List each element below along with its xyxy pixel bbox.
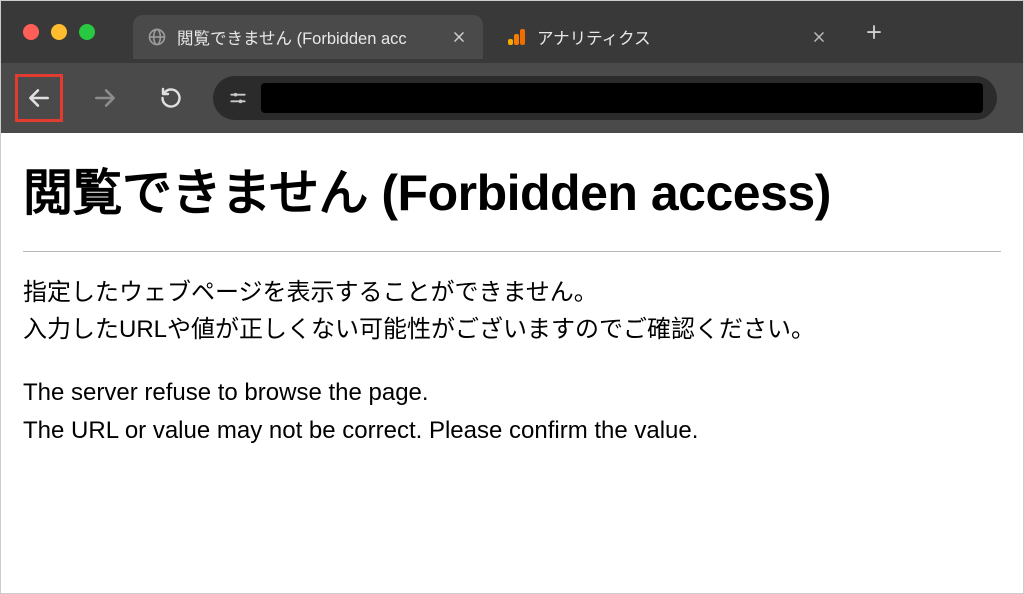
window-minimize-button[interactable] bbox=[51, 24, 67, 40]
address-bar[interactable] bbox=[213, 76, 997, 120]
google-analytics-icon bbox=[507, 27, 527, 47]
error-line-jp-1: 指定したウェブページを表示することができません。 bbox=[23, 274, 1001, 311]
window-controls bbox=[23, 24, 95, 40]
tab-title: アナリティクス bbox=[537, 25, 799, 49]
close-icon bbox=[812, 30, 826, 44]
url-field[interactable] bbox=[261, 83, 983, 113]
tab-strip: 閲覧できません (Forbidden acc アナリティクス bbox=[1, 1, 1023, 63]
window-zoom-button[interactable] bbox=[79, 24, 95, 40]
tab-close-button[interactable] bbox=[449, 27, 469, 47]
page-content: 閲覧できません (Forbidden access) 指定したウェブページを表示… bbox=[1, 133, 1023, 469]
error-line-en-1: The server refuse to browse the page. bbox=[23, 374, 1001, 411]
error-body: 指定したウェブページを表示することができません。 入力したURLや値が正しくない… bbox=[23, 274, 1001, 449]
back-arrow-icon bbox=[26, 85, 52, 111]
site-settings-icon[interactable] bbox=[227, 87, 249, 109]
divider bbox=[23, 251, 1001, 252]
forward-arrow-icon bbox=[92, 85, 118, 111]
tab-analytics[interactable]: アナリティクス bbox=[493, 15, 843, 59]
back-button[interactable] bbox=[15, 74, 63, 122]
window-close-button[interactable] bbox=[23, 24, 39, 40]
toolbar bbox=[1, 63, 1023, 133]
tab-title: 閲覧できません (Forbidden acc bbox=[177, 25, 439, 49]
browser-chrome: 閲覧できません (Forbidden acc アナリティクス bbox=[1, 1, 1023, 133]
error-line-en-2: The URL or value may not be correct. Ple… bbox=[23, 412, 1001, 449]
new-tab-button[interactable] bbox=[859, 17, 889, 47]
reload-button[interactable] bbox=[147, 74, 195, 122]
page-heading: 閲覧できません (Forbidden access) bbox=[23, 153, 1001, 225]
forward-button[interactable] bbox=[81, 74, 129, 122]
error-line-jp-2: 入力したURLや値が正しくない可能性がございますのでご確認ください。 bbox=[23, 311, 1001, 348]
reload-icon bbox=[159, 86, 183, 110]
tab-close-button[interactable] bbox=[809, 27, 829, 47]
close-icon bbox=[452, 30, 466, 44]
globe-icon bbox=[147, 27, 167, 47]
plus-icon bbox=[865, 23, 883, 41]
tab-forbidden[interactable]: 閲覧できません (Forbidden acc bbox=[133, 15, 483, 59]
